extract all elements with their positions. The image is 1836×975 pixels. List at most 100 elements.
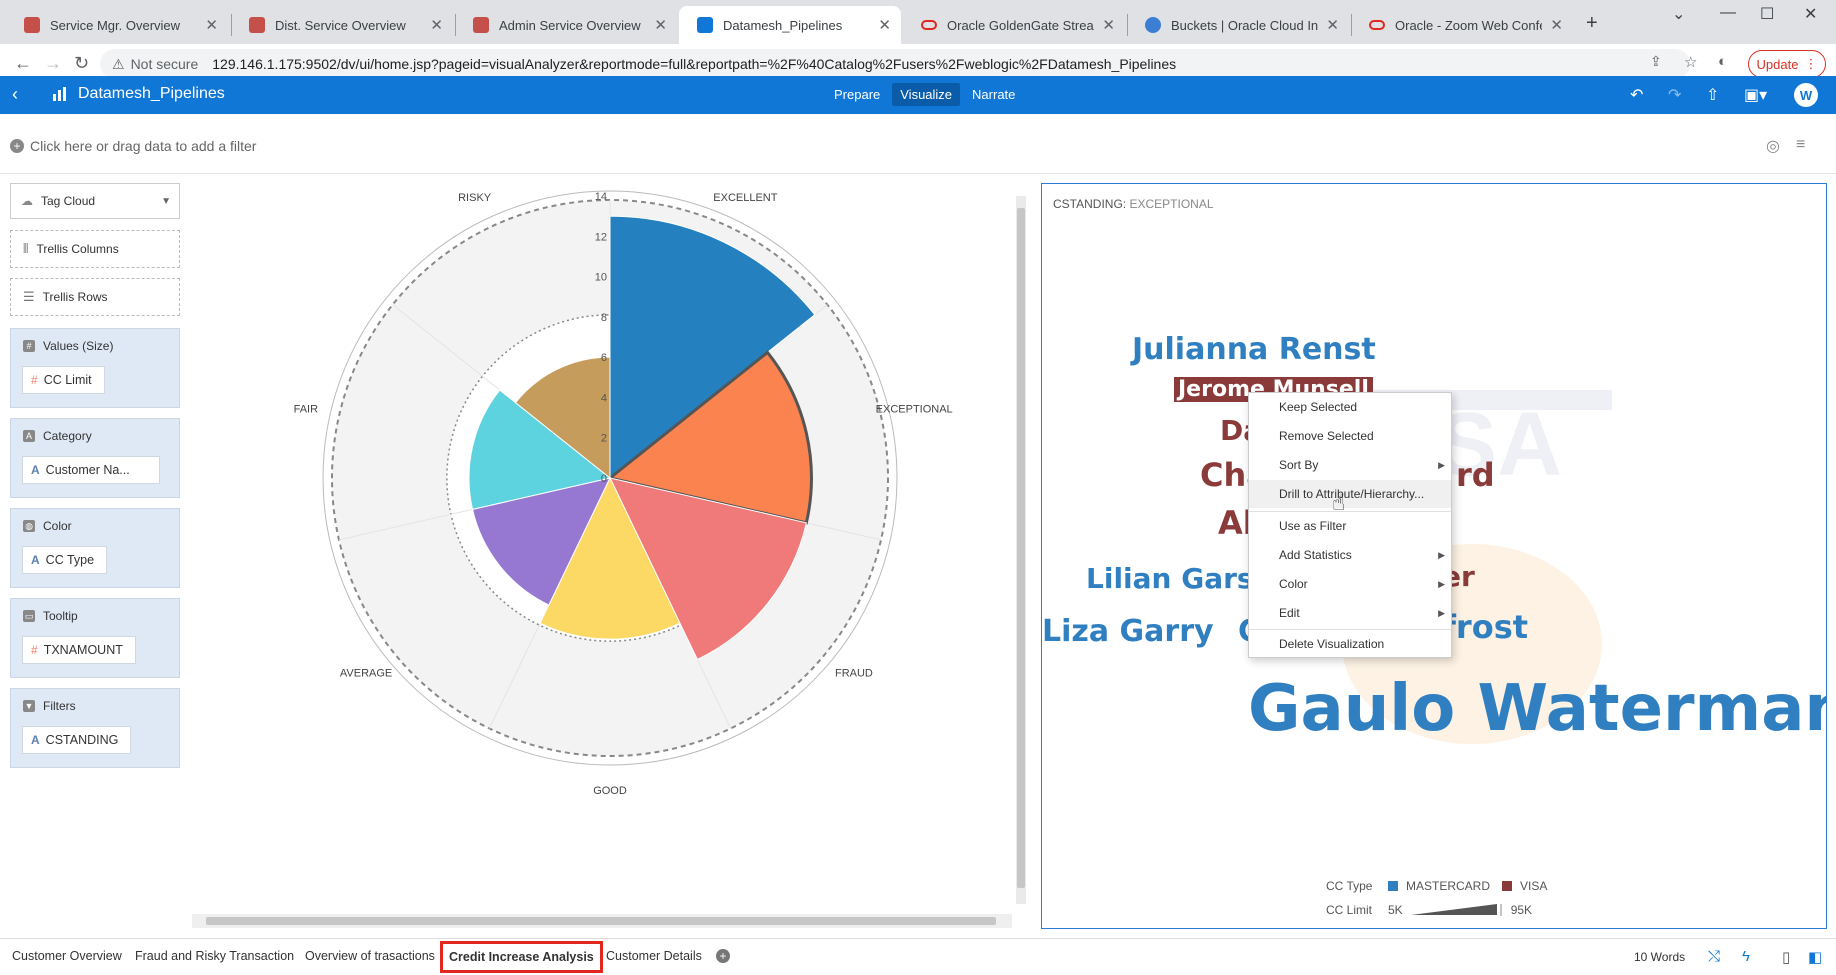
window-close-button[interactable]: ✕ [1804, 4, 1817, 24]
maximize-button[interactable]: ☐ [1760, 4, 1774, 24]
undo-icon[interactable]: ↶ [1630, 85, 1643, 105]
radial-tick-label: 4 [601, 392, 607, 404]
category-label: AVERAGE [340, 668, 392, 680]
polar-chart-svg[interactable]: 0 2 4 6 8 10 12 14 EXCELLENT EXCEPTIONAL FRAUD GOOD… [190, 190, 1030, 930]
close-icon[interactable]: ✕ [654, 16, 667, 34]
tab-title: Buckets | Oracle Cloud Infrastru [1171, 17, 1319, 33]
canvas-tab[interactable]: Customer Overview [12, 949, 122, 963]
tab-visualize[interactable]: Visualize [892, 83, 961, 106]
menu-remove-selected[interactable]: Remove Selected [1249, 422, 1451, 450]
color-dropzone[interactable]: ◍ Color A CC Type [10, 508, 180, 588]
tooltip-dropzone[interactable]: ▭ Tooltip # TXNAMOUNT [10, 598, 180, 678]
browser-tab[interactable]: Oracle - Zoom Web Conferenc ✕ [1351, 6, 1573, 44]
browser-update-button[interactable]: Update ⋮ [1748, 50, 1826, 78]
category-label: EXCELLENT [713, 192, 777, 204]
url-text[interactable]: 129.146.1.175:9502/dv/ui/home.jsp?pageid… [212, 56, 1176, 72]
panel-layout-icon[interactable]: ▯ [1782, 948, 1790, 966]
add-filter-icon[interactable]: + [10, 139, 24, 153]
add-canvas-icon[interactable]: + [716, 949, 730, 963]
close-icon[interactable]: ✕ [1326, 16, 1339, 34]
menu-lines-icon[interactable]: ≡ [1796, 136, 1805, 154]
brush-icon[interactable]: ⤭ [1708, 948, 1720, 965]
menu-keep-selected[interactable]: Keep Selected [1249, 393, 1451, 421]
close-icon[interactable]: ✕ [205, 16, 218, 34]
vertical-scrollbar[interactable] [1016, 196, 1026, 904]
close-icon[interactable]: ✕ [1550, 16, 1563, 34]
trellis-rows-dropzone[interactable]: ☰ Trellis Rows [10, 278, 180, 316]
polar-area-chart[interactable]: 0 2 4 6 8 10 12 14 EXCELLENT EXCEPTIONAL FRAUD GOOD… [190, 190, 1030, 930]
back-chevron-icon[interactable]: ‹ [12, 84, 18, 105]
canvas-tab[interactable]: Overview of trasactions [305, 949, 435, 963]
cloud-word[interactable]: frost [1442, 608, 1528, 646]
export-icon[interactable]: ⇧ [1706, 85, 1719, 105]
pill-label: CC Type [45, 553, 95, 567]
url-bar[interactable]: ⚠ Not secure 129.146.1.175:9502/dv/ui/ho… [100, 49, 1690, 79]
cloud-word[interactable]: Gaulo Waterman [1248, 672, 1826, 746]
canvas-tab[interactable]: Fraud and Risky Transaction [135, 949, 294, 963]
menu-sort-by[interactable]: Sort By ▶ [1249, 451, 1451, 479]
analytics-icon[interactable]: ◎ [1766, 136, 1780, 156]
data-pill[interactable]: A Customer Na... [22, 456, 160, 484]
data-pill[interactable]: A CSTANDING [22, 726, 132, 754]
cloud-word[interactable]: Julianna Renst [1132, 332, 1376, 367]
tab-title: Oracle GoldenGate Stream Ana [947, 17, 1094, 33]
dropzone-label: Trellis Columns [36, 242, 119, 256]
menu-add-statistics[interactable]: Add Statistics ▶ [1249, 541, 1451, 569]
browser-tab[interactable]: Service Mgr. Overview ✕ [6, 6, 228, 44]
tab-narrate[interactable]: Narrate [964, 83, 1023, 106]
values-size-dropzone[interactable]: # Values (Size) # CC Limit [10, 328, 180, 408]
scrollbar-thumb[interactable] [206, 917, 996, 925]
menu-label: Edit [1279, 606, 1300, 620]
viz-type-select[interactable]: ☁ Tag Cloud ▼ [10, 183, 180, 219]
filter-bar[interactable]: + Click here or drag data to add a filte… [0, 114, 1836, 174]
browser-tab[interactable]: Admin Service Overview ✕ [455, 6, 677, 44]
lightning-icon[interactable]: ϟ [1742, 948, 1750, 965]
minimize-button[interactable]: — [1720, 4, 1736, 22]
reload-icon[interactable]: ↻ [74, 53, 89, 74]
cloud-word[interactable]: rd [1456, 456, 1495, 494]
data-pill[interactable]: # CC Limit [22, 366, 105, 394]
save-icon[interactable]: ▣▾ [1744, 85, 1767, 105]
panel-toggle-icon[interactable]: ◧ [1808, 948, 1822, 966]
menu-use-as-filter[interactable]: Use as Filter [1249, 512, 1451, 540]
title-value: EXCEPTIONAL [1129, 197, 1214, 211]
filters-dropzone[interactable]: ▼ Filters A CSTANDING [10, 688, 180, 768]
share-icon[interactable]: ⇪ [1650, 53, 1662, 70]
menu-drill[interactable]: Drill to Attribute/Hierarchy... [1249, 480, 1451, 508]
data-pill[interactable]: # TXNAMOUNT [22, 636, 136, 664]
cloud-word[interactable]: Liza Garry [1042, 614, 1214, 649]
canvas-tab[interactable]: Customer Details [606, 949, 702, 963]
browser-tab[interactable]: Oracle GoldenGate Stream Ana ✕ [903, 6, 1125, 44]
close-icon[interactable]: ✕ [878, 16, 891, 34]
browser-tab[interactable]: Dist. Service Overview ✕ [231, 6, 453, 44]
trellis-columns-dropzone[interactable]: ⫴ Trellis Columns [10, 230, 180, 268]
workbook-icon [53, 87, 66, 101]
data-pill[interactable]: A CC Type [22, 546, 108, 574]
category-label: FRAUD [835, 668, 873, 680]
filter-placeholder[interactable]: Click here or drag data to add a filter [30, 138, 256, 154]
close-icon[interactable]: ✕ [430, 16, 443, 34]
canvas-tab-active[interactable]: Credit Increase Analysis [440, 941, 603, 973]
bookmark-star-icon[interactable]: ☆ [1684, 53, 1697, 71]
tab-favicon-icon [24, 17, 40, 33]
profile-icon[interactable]: ◐ [1718, 53, 1727, 70]
menu-color[interactable]: Color ▶ [1249, 570, 1451, 598]
cloud-word[interactable]: Lilian Gars [1086, 562, 1254, 595]
tab-search-icon[interactable]: ⌄ [1672, 4, 1685, 24]
browser-tab[interactable]: Buckets | Oracle Cloud Infrastru ✕ [1127, 6, 1349, 44]
menu-edit[interactable]: Edit ▶ [1249, 599, 1451, 627]
context-menu: Keep Selected Remove Selected Sort By ▶ D… [1248, 392, 1452, 658]
redo-icon[interactable]: ↷ [1668, 85, 1681, 105]
legend-size-max: 95K [1510, 903, 1533, 917]
horizontal-scrollbar[interactable] [192, 914, 1012, 928]
new-tab-button[interactable]: + [1586, 12, 1598, 35]
scrollbar-thumb[interactable] [1017, 208, 1025, 888]
forward-arrow-icon[interactable]: → [44, 53, 62, 74]
category-dropzone[interactable]: A Category A Customer Na... [10, 418, 180, 498]
browser-tab-active[interactable]: Datamesh_Pipelines ✕ [679, 6, 901, 44]
back-arrow-icon[interactable]: ← [14, 53, 32, 74]
close-icon[interactable]: ✕ [1102, 16, 1115, 34]
tab-prepare[interactable]: Prepare [826, 83, 888, 106]
user-avatar[interactable]: W [1794, 83, 1818, 107]
menu-delete-visualization[interactable]: Delete Visualization [1249, 630, 1451, 658]
